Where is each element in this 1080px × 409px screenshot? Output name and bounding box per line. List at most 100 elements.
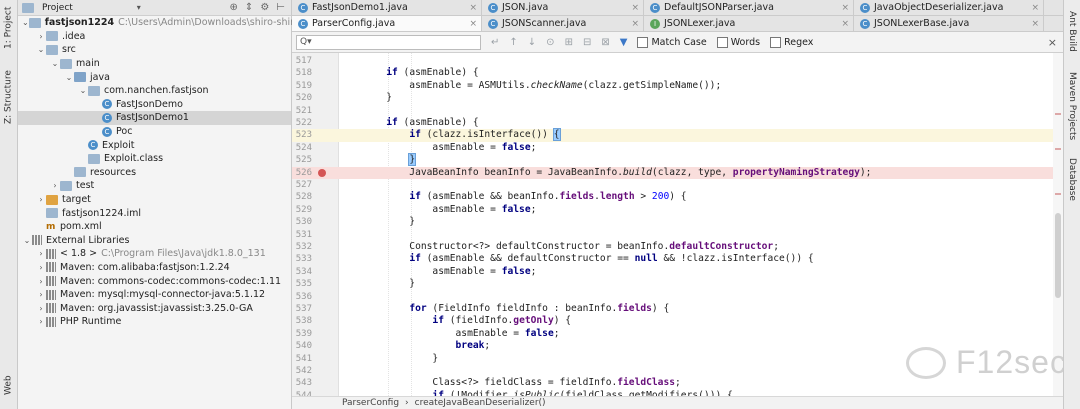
tree-item[interactable]: › Maven: commons-codec:commons-codec:1.11 <box>18 274 291 288</box>
locate-icon[interactable]: ⊕ <box>230 2 238 13</box>
breakpoint-icon[interactable] <box>318 168 326 177</box>
project-tool-tab[interactable]: 1: Project <box>0 2 17 54</box>
tree-item[interactable]: › target <box>18 193 291 207</box>
code-line[interactable]: 529 asmEnable = false; <box>292 204 1063 216</box>
chevron-down-icon[interactable]: ⌄ <box>64 73 74 82</box>
error-stripe-mark[interactable] <box>1055 148 1061 150</box>
code-line[interactable]: 533 if (asmEnable && defaultConstructor … <box>292 253 1063 265</box>
add-selection-icon[interactable]: ⊞ <box>565 37 573 48</box>
chevron-right-icon[interactable]: › <box>36 249 46 258</box>
breadcrumb-item[interactable]: ParserConfig <box>342 398 399 408</box>
code-line[interactable]: 522 if (asmEnable) { <box>292 117 1063 129</box>
chevron-right-icon[interactable]: › <box>36 263 46 272</box>
editor-tab[interactable]: C JSON.java × <box>482 0 644 15</box>
code-line[interactable]: 517 <box>292 55 1063 67</box>
settings-icon[interactable]: ⚙ <box>260 2 269 13</box>
chevron-down-icon[interactable]: ⌄ <box>22 18 29 27</box>
tree-item[interactable]: › Maven: com.alibaba:fastjson:1.2.24 <box>18 261 291 275</box>
chevron-right-icon[interactable]: › <box>36 317 46 326</box>
tree-item[interactable]: ⌄ fastjson1224 C:\Users\Admin\Downloads\sh… <box>18 16 350 30</box>
breadcrumb-item[interactable]: createJavaBeanDeserializer() <box>415 398 546 408</box>
chevron-down-icon[interactable]: ⌄ <box>22 236 32 245</box>
tree-item[interactable]: fastjson1224.iml <box>18 206 291 220</box>
error-stripe-mark[interactable] <box>1055 113 1061 115</box>
match-case-checkbox[interactable]: Match Case <box>637 36 707 48</box>
code-line[interactable]: 531 <box>292 229 1063 241</box>
chevron-right-icon[interactable]: › <box>36 195 46 204</box>
tree-item[interactable]: ⌄ src <box>18 43 291 57</box>
chevron-right-icon[interactable]: › <box>36 32 46 41</box>
database-tool-tab[interactable]: Database <box>1064 152 1080 207</box>
code-line[interactable]: 521 <box>292 105 1063 117</box>
code-line[interactable]: 532 Constructor<?> defaultConstructor = … <box>292 241 1063 253</box>
tree-item[interactable]: C FastJsonDemo <box>18 98 291 112</box>
code-line[interactable]: 537 for (FieldInfo fieldInfo : beanInfo.… <box>292 303 1063 315</box>
tree-item[interactable]: › Maven: org.javassist:javassist:3.25.0-G… <box>18 301 291 315</box>
regex-checkbox[interactable]: Regex <box>770 36 813 48</box>
chevron-down-icon[interactable]: ⌄ <box>50 59 60 68</box>
tree-item[interactable]: › .idea <box>18 30 291 44</box>
code-line[interactable]: 530 } <box>292 216 1063 228</box>
next-occurrence-icon[interactable]: ↓ <box>528 37 536 48</box>
select-all-icon[interactable]: ⊠ <box>601 37 609 48</box>
code-line[interactable]: 520 } <box>292 92 1063 104</box>
close-tab-icon[interactable]: × <box>1031 3 1039 13</box>
prev-occurrence-icon[interactable]: ↑ <box>509 37 517 48</box>
tree-item[interactable]: ⌄ External Libraries <box>18 234 291 248</box>
code-line[interactable]: 526 JavaBeanInfo beanInfo = JavaBeanInfo… <box>292 166 1063 179</box>
view-dropdown-icon[interactable]: ▾ <box>137 3 141 12</box>
close-tab-icon[interactable]: × <box>469 19 477 29</box>
editor-tab[interactable]: C JSONLexerBase.java × <box>854 16 1044 31</box>
scrollbar-thumb[interactable] <box>1055 213 1061 298</box>
close-tab-icon[interactable]: × <box>1031 19 1039 29</box>
code-line[interactable]: 535 } <box>292 278 1063 290</box>
code-line[interactable]: 538 if (fieldInfo.getOnly) { <box>292 315 1063 327</box>
chevron-down-icon[interactable]: ⌄ <box>78 86 88 95</box>
history-icon[interactable]: ↵ <box>491 37 499 48</box>
close-search-icon[interactable]: × <box>1048 36 1057 49</box>
code-line[interactable]: 519 asmEnable = ASMUtils.checkName(clazz… <box>292 80 1063 92</box>
error-stripe-mark[interactable] <box>1055 193 1061 195</box>
chevron-right-icon[interactable]: › <box>50 181 60 190</box>
code-line[interactable]: 528 if (asmEnable && beanInfo.fields.len… <box>292 191 1063 203</box>
tree-item[interactable]: › < 1.8 > C:\Program Files\Java\jdk1.8.0_1… <box>18 247 291 261</box>
code-line[interactable]: 539 asmEnable = false; <box>292 328 1063 340</box>
structure-tool-tab[interactable]: Z: Structure <box>0 68 17 126</box>
code-line[interactable]: 527 <box>292 179 1063 191</box>
close-tab-icon[interactable]: × <box>631 19 639 29</box>
code-line[interactable]: 523 if (clazz.isInterface()) { <box>292 128 1063 142</box>
chevron-right-icon[interactable]: › <box>36 290 46 299</box>
tree-item[interactable]: › test <box>18 179 291 193</box>
tree-item[interactable]: C Poc <box>18 125 291 139</box>
tree-item[interactable]: C FastJsonDemo1 <box>18 111 291 125</box>
find-all-icon[interactable]: ⊙ <box>546 37 554 48</box>
close-tab-icon[interactable]: × <box>841 3 849 13</box>
chevron-right-icon[interactable]: › <box>36 304 46 313</box>
collapse-icon[interactable]: ⇕ <box>245 2 253 13</box>
editor-tab[interactable]: C JavaObjectDeserializer.java × <box>854 0 1044 15</box>
editor-tab[interactable]: C ParserConfig.java × <box>292 16 482 31</box>
code-line[interactable]: 534 asmEnable = false; <box>292 266 1063 278</box>
filter-icon[interactable]: ▼ <box>620 37 628 48</box>
close-tab-icon[interactable]: × <box>631 3 639 13</box>
close-tab-icon[interactable]: × <box>841 19 849 29</box>
close-tab-icon[interactable]: × <box>469 3 477 13</box>
remove-selection-icon[interactable]: ⊟ <box>583 37 591 48</box>
editor-tab[interactable]: I JSONLexer.java × <box>644 16 854 31</box>
code-line[interactable]: 518 if (asmEnable) { <box>292 67 1063 79</box>
code-line[interactable]: 536 <box>292 291 1063 303</box>
web-tool-tab[interactable]: Web <box>0 370 17 400</box>
chevron-down-icon[interactable]: ⌄ <box>36 45 46 54</box>
tree-item[interactable]: › Maven: mysql:mysql-connector-java:5.1.1… <box>18 288 291 302</box>
editor-tab[interactable]: C DefaultJSONParser.java × <box>644 0 854 15</box>
hide-icon[interactable]: ⊢ <box>276 2 285 13</box>
words-checkbox[interactable]: Words <box>716 36 760 48</box>
ant-build-tool-tab[interactable]: Ant Build <box>1064 6 1080 56</box>
tree-item[interactable]: ⌄ main <box>18 57 291 71</box>
code-line[interactable]: 525 } <box>292 153 1063 167</box>
tree-item[interactable]: m pom.xml <box>18 220 291 234</box>
code-line[interactable]: 524 asmEnable = false; <box>292 142 1063 154</box>
tree-item[interactable]: ⌄ java <box>18 70 291 84</box>
tree-item[interactable]: C Exploit <box>18 138 291 152</box>
tree-item[interactable]: › PHP Runtime <box>18 315 291 329</box>
